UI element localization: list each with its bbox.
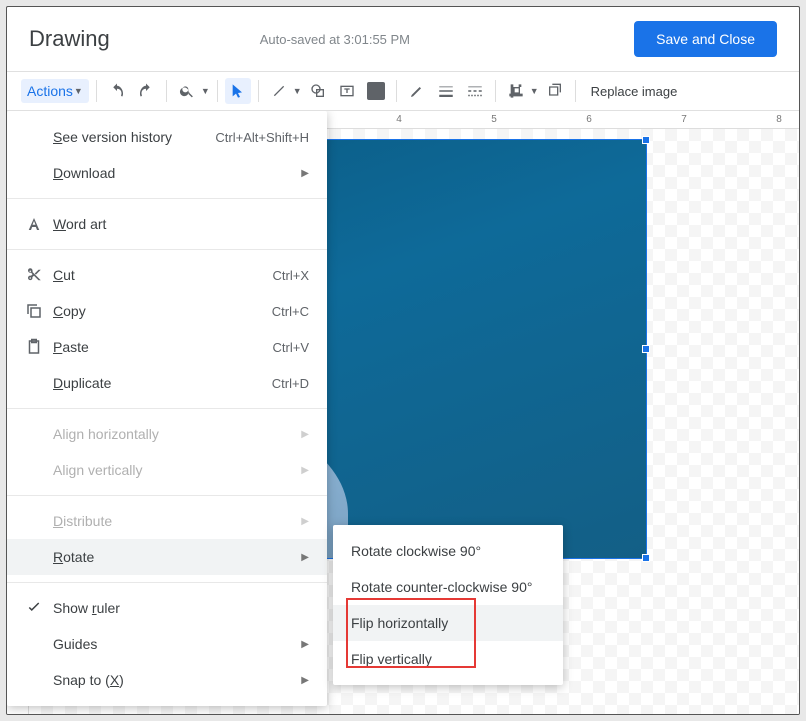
image-icon	[367, 82, 385, 100]
rotate-submenu: Rotate clockwise 90° Rotate counter-cloc…	[333, 525, 563, 685]
shape-tool-button[interactable]	[305, 78, 331, 104]
ruler-tick: 8	[776, 114, 782, 125]
title-bar: Drawing Auto-saved at 3:01:55 PM Save an…	[7, 7, 799, 71]
menu-rotate[interactable]: Rotate ▶	[7, 539, 327, 575]
dropdown-icon: ▼	[530, 86, 539, 96]
menu-paste[interactable]: Paste Ctrl+V	[7, 329, 327, 365]
menu-align-horizontally: Align horizontally ▶	[7, 416, 327, 452]
ruler-tick: 4	[396, 114, 402, 125]
menu-align-vertically: Align vertically ▶	[7, 452, 327, 488]
resize-handle[interactable]	[642, 345, 650, 353]
shortcut: Ctrl+X	[243, 268, 309, 283]
submenu-flip-horizontal[interactable]: Flip horizontally	[333, 605, 563, 641]
select-tool-button[interactable]	[225, 78, 251, 104]
actions-label: Actions	[27, 83, 73, 99]
line-tool-button[interactable]	[266, 78, 292, 104]
dropdown-icon: ▼	[201, 86, 210, 96]
toolbar-separator	[166, 80, 167, 102]
menu-distribute: Distribute ▶	[7, 503, 327, 539]
toolbar-separator	[575, 80, 576, 102]
ruler-tick: 6	[586, 114, 592, 125]
submenu-arrow-icon: ▶	[301, 168, 309, 179]
menu-show-ruler[interactable]: Show ruler	[7, 590, 327, 626]
dropdown-icon: ▼	[74, 86, 83, 96]
actions-dropdown-menu: See version history Ctrl+Alt+Shift+H Dow…	[7, 111, 327, 706]
ruler-tick: 7	[681, 114, 687, 125]
submenu-rotate-cw[interactable]: Rotate clockwise 90°	[333, 533, 563, 569]
menu-duplicate[interactable]: Duplicate Ctrl+D	[7, 365, 327, 401]
reset-image-button[interactable]	[542, 78, 568, 104]
border-weight-button[interactable]	[433, 78, 459, 104]
submenu-arrow-icon: ▶	[301, 639, 309, 650]
toolbar-separator	[96, 80, 97, 102]
redo-button[interactable]	[133, 78, 159, 104]
dialog-title: Drawing	[29, 26, 110, 52]
undo-button[interactable]	[104, 78, 130, 104]
submenu-rotate-ccw[interactable]: Rotate counter-clockwise 90°	[333, 569, 563, 605]
actions-menu-button[interactable]: Actions ▼	[21, 79, 89, 103]
toolbar: Actions ▼ ▼ ▼ ▼ Replace image	[7, 71, 799, 111]
toolbar-separator	[396, 80, 397, 102]
menu-download[interactable]: Download ▶	[7, 155, 327, 191]
save-and-close-button[interactable]: Save and Close	[634, 21, 777, 57]
scissors-icon	[25, 266, 53, 284]
ruler-tick: 5	[491, 114, 497, 125]
menu-word-art[interactable]: Word art	[7, 206, 327, 242]
submenu-arrow-icon: ▶	[301, 429, 309, 440]
submenu-arrow-icon: ▶	[301, 516, 309, 527]
zoom-button[interactable]	[174, 78, 200, 104]
submenu-arrow-icon: ▶	[301, 465, 309, 476]
canvas-area: 4 5 6 7 8 1 2 3 4 5 6	[7, 111, 799, 714]
shortcut: Ctrl+C	[242, 304, 309, 319]
image-tool-button[interactable]	[363, 78, 389, 104]
dropdown-icon: ▼	[293, 86, 302, 96]
replace-image-button[interactable]: Replace image	[583, 80, 686, 103]
resize-handle[interactable]	[642, 554, 650, 562]
toolbar-separator	[495, 80, 496, 102]
crop-button[interactable]	[503, 78, 529, 104]
border-dash-button[interactable]	[462, 78, 488, 104]
clipboard-icon	[25, 338, 53, 356]
menu-copy[interactable]: Copy Ctrl+C	[7, 293, 327, 329]
shortcut: Ctrl+Alt+Shift+H	[185, 130, 309, 145]
resize-handle[interactable]	[642, 136, 650, 144]
menu-guides[interactable]: Guides ▶	[7, 626, 327, 662]
autosave-status: Auto-saved at 3:01:55 PM	[260, 32, 410, 47]
word-art-icon	[25, 215, 53, 233]
toolbar-separator	[258, 80, 259, 102]
check-icon	[25, 599, 53, 617]
toolbar-separator	[217, 80, 218, 102]
menu-cut[interactable]: Cut Ctrl+X	[7, 257, 327, 293]
menu-snap-to[interactable]: Snap to (X) ▶	[7, 662, 327, 698]
menu-version-history[interactable]: See version history Ctrl+Alt+Shift+H	[7, 119, 327, 155]
border-color-button[interactable]	[404, 78, 430, 104]
submenu-flip-vertical[interactable]: Flip vertically	[333, 641, 563, 677]
submenu-arrow-icon: ▶	[301, 552, 309, 563]
copy-icon	[25, 302, 53, 320]
drawing-dialog: Drawing Auto-saved at 3:01:55 PM Save an…	[6, 6, 800, 715]
shortcut: Ctrl+V	[243, 340, 309, 355]
submenu-arrow-icon: ▶	[301, 675, 309, 686]
textbox-tool-button[interactable]	[334, 78, 360, 104]
shortcut: Ctrl+D	[242, 376, 309, 391]
